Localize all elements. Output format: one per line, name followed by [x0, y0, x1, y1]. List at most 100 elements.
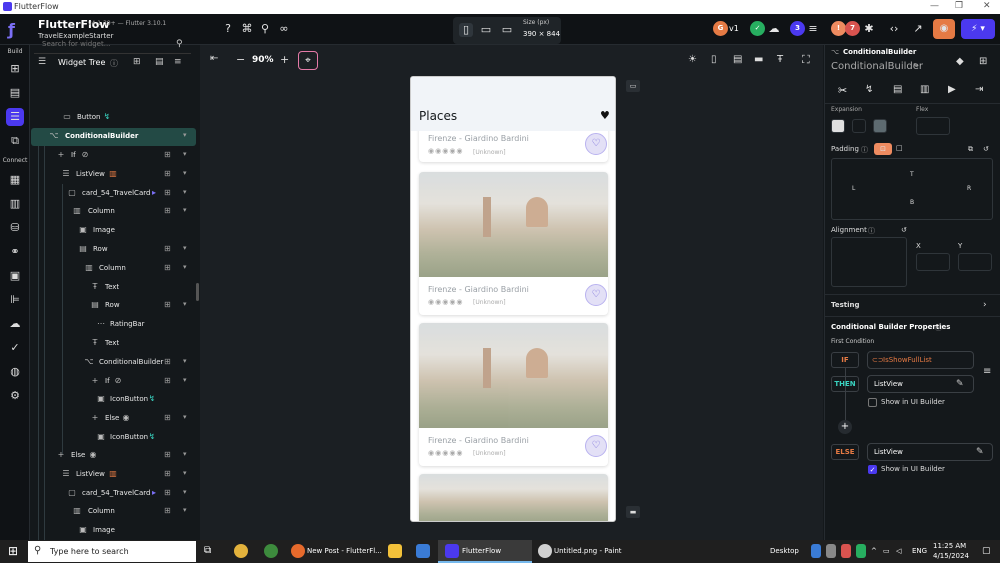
add-child-icon[interactable]: ⊞	[164, 244, 171, 253]
backend-tab-icon[interactable]: ▤	[893, 84, 902, 95]
add-child-icon[interactable]: ⊞	[164, 488, 171, 497]
actions-tab-icon[interactable]: ↯	[865, 84, 873, 95]
tree-node-card[interactable]: ▢ card_54_TravelCard ▸ ⊞ ▾	[31, 185, 196, 203]
chevron-down-icon[interactable]: ▾	[183, 206, 187, 214]
add-child-icon[interactable]: ⊞	[164, 206, 171, 215]
run-button[interactable]: ⚡ ▾	[961, 19, 995, 39]
travel-card[interactable]	[419, 474, 608, 521]
language-indicator[interactable]: ENG	[912, 547, 927, 555]
tray-icon[interactable]	[856, 544, 866, 558]
desktop-label[interactable]: Desktop	[770, 547, 799, 555]
padding-unlink-icon[interactable]: □	[896, 144, 903, 152]
desktop-device-icon[interactable]: ▭	[500, 23, 514, 37]
brand-logo-icon[interactable]: ƒ	[8, 20, 24, 39]
tree-node-image[interactable]: ▣ Image	[31, 222, 196, 240]
windows-start-icon[interactable]: ⊞	[8, 544, 18, 558]
notifications-icon[interactable]: ▢	[982, 546, 991, 556]
rating-bar[interactable]: ◉◉◉◉◉	[428, 147, 464, 155]
chevron-down-icon[interactable]: ▾	[183, 488, 187, 496]
then-widget-field[interactable]: ListView ✎	[867, 375, 974, 393]
favorite-button[interactable]: ♡	[585, 284, 607, 306]
maximize-icon[interactable]: ❐	[955, 1, 963, 11]
reset-icon[interactable]: ↺	[901, 226, 907, 234]
light-mode-icon[interactable]: ☀	[688, 54, 697, 65]
clock-time[interactable]: 11:25 AM	[933, 542, 966, 550]
bug-icon[interactable]: ✱	[862, 22, 876, 36]
chat-icon[interactable]: ☁	[767, 22, 781, 36]
padding-top[interactable]: T	[910, 171, 914, 178]
add-child-icon[interactable]: ⊞	[164, 150, 171, 159]
api-icon[interactable]: ▥	[6, 195, 24, 213]
tree-node-if[interactable]: + If ⊘ ⊞ ▾	[31, 147, 196, 165]
alignment-grid[interactable]	[831, 237, 907, 287]
chevron-down-icon[interactable]: ▾	[183, 376, 187, 384]
device-frame-icon[interactable]: ▤	[733, 54, 742, 65]
tree-node-image[interactable]: ▣ Image	[31, 522, 196, 540]
notification-count[interactable]: 3	[790, 21, 805, 36]
add-child-icon[interactable]: ⊞	[164, 450, 171, 459]
y-align-input[interactable]	[958, 253, 992, 271]
minimize-icon[interactable]: —	[930, 1, 939, 11]
edit-list-icon[interactable]: ≡	[806, 22, 820, 36]
travel-card[interactable]: Firenze - Giardino Bardini ◉◉◉◉◉ [Unknow…	[419, 172, 608, 315]
command-icon[interactable]: ⌘	[240, 22, 254, 36]
else-widget-field[interactable]: ListView ✎	[867, 443, 993, 461]
chevron-down-icon[interactable]: ▾	[183, 413, 187, 421]
tree-node-button[interactable]: ▭ Button ↯	[31, 109, 196, 127]
close-icon[interactable]: ✕	[983, 1, 991, 11]
add-child-icon[interactable]: ⊞	[164, 469, 171, 478]
tray-icon[interactable]	[826, 544, 836, 558]
theme-icon[interactable]: ◍	[6, 363, 24, 381]
task-view-icon[interactable]: ⧉	[204, 545, 211, 556]
chevron-down-icon[interactable]: ▾	[183, 131, 187, 139]
tree-node-iconbutton[interactable]: ▣ IconButton ↯	[31, 391, 196, 409]
tree-node-column[interactable]: ▥ Column ⊞ ▾	[31, 203, 196, 221]
tree-node-listview[interactable]: ☰ ListView ▥ ⊞ ▾	[31, 166, 196, 184]
media-icon[interactable]: ▣	[6, 267, 24, 285]
phone-device-icon[interactable]: ▯	[459, 23, 473, 37]
chevron-right-icon[interactable]: ›	[983, 300, 987, 310]
gem-icon[interactable]: ◆	[956, 56, 964, 67]
travel-card[interactable]: Firenze - Giardino Bardini ◉◉◉◉◉ [Unknow…	[419, 323, 608, 466]
data-icon[interactable]: ▦	[6, 171, 24, 189]
keyboard-icon[interactable]: ▬	[754, 54, 763, 65]
tree-node-row[interactable]: ▤ Row ⊞ ▾	[31, 297, 196, 315]
taskbar-item-newpost[interactable]: New Post - FlutterFl...	[307, 547, 382, 555]
taskbar-item-paint[interactable]: Untitled.png - Paint	[554, 547, 622, 555]
info-icon[interactable]: ⓘ	[861, 145, 868, 155]
copy-icon[interactable]: ⧉	[968, 145, 973, 154]
chrome-icon[interactable]	[234, 544, 248, 558]
tray-icon[interactable]	[841, 544, 851, 558]
chevron-down-icon[interactable]: ▾	[183, 450, 187, 458]
multi-select-icon[interactable]: ⛶	[802, 53, 810, 67]
padding-link-toggle[interactable]: ⊡	[874, 143, 892, 155]
add-child-icon[interactable]: ⊞	[164, 376, 171, 385]
network-icon[interactable]: ▭	[883, 547, 890, 555]
rating-bar[interactable]: ◉◉◉◉◉	[428, 449, 464, 457]
settings-icon[interactable]: ⚙	[6, 387, 24, 405]
tree-node-row[interactable]: ▤ Row ⊞ ▾	[31, 241, 196, 259]
link-icon[interactable]: ∞	[277, 22, 291, 36]
animation-tab-icon[interactable]: ▶	[948, 84, 956, 95]
favorite-button[interactable]: ♡	[585, 133, 607, 155]
padding-left[interactable]: L	[852, 185, 855, 192]
tree-node-listview[interactable]: ☰ ListView ▥ ⊞ ▾	[31, 466, 196, 484]
chevron-down-icon[interactable]: ▾	[183, 150, 187, 158]
menu-icon[interactable]: ≡	[983, 366, 991, 377]
add-child-icon[interactable]: ⊞	[164, 188, 171, 197]
widget-tree-icon[interactable]: ☰	[6, 108, 24, 126]
add-page-icon[interactable]: ⊞	[6, 60, 24, 78]
add-widget-icon[interactable]: ⊞	[133, 57, 141, 67]
tray-chevron-icon[interactable]: ^	[871, 547, 877, 555]
search-icon[interactable]: ⚲	[176, 39, 183, 49]
tree-node-ratingbar[interactable]: ⋯ RatingBar	[31, 316, 196, 334]
code-icon[interactable]: ‹›	[887, 22, 901, 36]
chrome-alt-icon[interactable]	[264, 544, 278, 558]
taskbar-item-flutterflow[interactable]: FlutterFlow	[462, 547, 501, 555]
database-icon[interactable]: ⛁	[6, 219, 24, 237]
edit-icon[interactable]: ✎	[976, 447, 984, 457]
bottom-bar-icon[interactable]: ▬	[626, 506, 640, 518]
show-ui-checkbox-2[interactable]: ✓	[868, 465, 877, 474]
widget-name[interactable]: ConditionalBuilder	[831, 61, 923, 72]
firefox-icon[interactable]	[291, 544, 305, 558]
